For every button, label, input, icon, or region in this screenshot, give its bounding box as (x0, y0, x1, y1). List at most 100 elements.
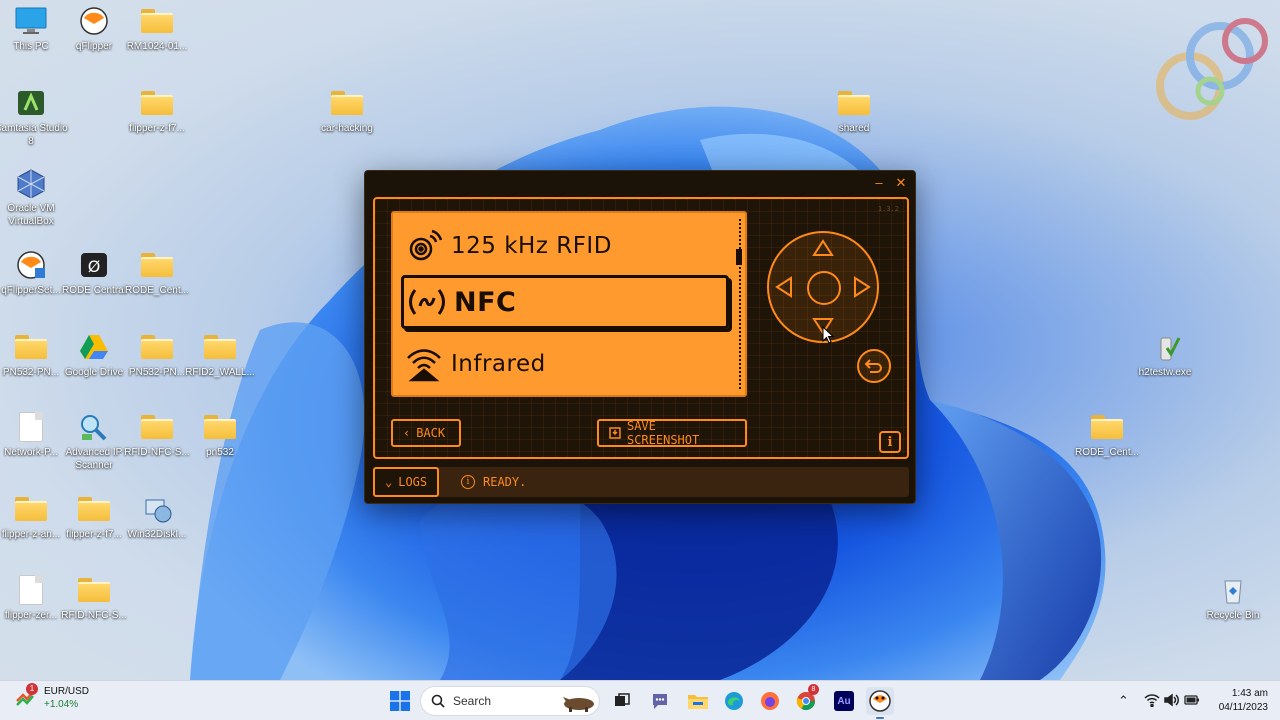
menu-scroll-thumb[interactable] (736, 249, 742, 265)
desktop-icon[interactable]: RM1024-01... (121, 6, 193, 53)
firefox-icon (761, 692, 779, 710)
file-explorer-icon (688, 695, 708, 709)
info-circle-icon: i (461, 475, 475, 489)
menu-item-nfc[interactable]: NFC (401, 275, 729, 329)
folder-icon (331, 91, 363, 115)
desktop-icon[interactable]: flipper-z-f7... (121, 88, 193, 135)
desktop-icon[interactable]: h2testw.exe (1129, 332, 1201, 379)
save-screenshot-button[interactable]: SAVE SCREENSHOT (597, 419, 747, 447)
menu-item-label: NFC (454, 286, 517, 318)
close-button[interactable]: ✕ (893, 175, 909, 191)
document-icon (19, 412, 43, 442)
desktop-icon-label: Win32DiskI... (127, 529, 187, 540)
undo-arrow-icon (864, 359, 882, 373)
info-button[interactable]: i (879, 431, 901, 453)
title-bar[interactable]: – ✕ (365, 171, 915, 195)
dpad-up-button[interactable] (809, 237, 837, 261)
desktop-icon-label: flipper-z-f7... (129, 123, 185, 134)
status-message: i READY. (461, 467, 526, 497)
desktop-icon[interactable]: Win32DiskI... (121, 494, 193, 541)
taskbar-qflipper[interactable] (866, 687, 894, 715)
audition-icon: Au (834, 691, 854, 711)
taskbar-chat[interactable] (646, 687, 674, 715)
infrared-icon (401, 342, 447, 386)
chevron-up-icon: ⌃ (1118, 693, 1129, 708)
desktop-icon[interactable]: shared (818, 88, 890, 135)
chevron-down-icon: ⌄ (385, 475, 393, 489)
volume-button[interactable] (1164, 693, 1180, 710)
device-back-button[interactable] (857, 349, 891, 383)
search-highlight-icon (561, 691, 597, 716)
desktop-icon[interactable]: RODE_Cent... (121, 250, 193, 297)
desktop-icon[interactable]: Camtasia Studio 8 (0, 88, 68, 148)
desktop-icon-label: RODE_Cent... (125, 285, 189, 296)
task-view-button[interactable] (608, 687, 636, 715)
logs-button[interactable]: ⌄ LOGS (373, 467, 440, 497)
desktop-icon-label: Oracle VM VirtualBox (7, 203, 55, 227)
device-screen[interactable]: 125 kHz RFID NFC Infrared (391, 211, 747, 397)
dpad-ok-button[interactable] (807, 271, 841, 305)
menu-item-infrared[interactable]: Infrared (401, 337, 729, 391)
ticker-widget[interactable]: 1 EUR/USD +1.04% (14, 683, 90, 711)
logs-label: LOGS (398, 475, 428, 489)
h2testw-icon (1160, 337, 1181, 361)
desktop-icon[interactable]: Advanced IP Scanner (58, 412, 130, 472)
folder-icon (141, 9, 173, 33)
win32-disk-imager-icon (145, 499, 172, 523)
desktop-icon-label: Camtasia Studio 8 (0, 123, 68, 147)
back-button[interactable]: ‹ BACK (391, 419, 461, 447)
folder-icon (78, 578, 110, 602)
virtualbox-icon (17, 169, 45, 198)
battery-icon (1184, 695, 1199, 705)
taskbar-chrome[interactable]: 8 (792, 684, 820, 715)
menu-item-label: 125 kHz RFID (451, 233, 612, 259)
desktop-icon-label: RFID2_WALL... (185, 367, 255, 378)
ticker-icon: 1 (14, 683, 38, 709)
taskbar-file-explorer[interactable] (684, 687, 712, 715)
desktop-icon-label: car-hacking (321, 123, 373, 134)
qflipper-icon (869, 690, 891, 712)
desktop-icon[interactable]: RFID-NFC-S... (58, 575, 130, 622)
minimize-button[interactable]: – (871, 175, 887, 191)
menu-scrollbar[interactable] (739, 219, 741, 389)
mouse-cursor-icon (822, 326, 834, 344)
folder-icon (1091, 415, 1123, 439)
ticker-name: EUR/USD (44, 686, 90, 697)
google-drive-icon (80, 335, 108, 359)
menu-item-125khz-rfid[interactable]: 125 kHz RFID (401, 219, 729, 273)
desktop-icon[interactable]: car-hacking (311, 88, 383, 135)
dpad-left-button[interactable] (773, 273, 797, 301)
desktop-icon[interactable]: RFID2_WALL... (184, 332, 256, 379)
battery-button[interactable] (1184, 693, 1200, 710)
system-clock[interactable]: 1:43 am 04/11/2023 (1204, 687, 1268, 715)
folder-icon (78, 497, 110, 521)
chevron-left-icon: ‹ (403, 426, 411, 440)
folder-icon (15, 497, 47, 521)
tray-overflow-button[interactable]: ⌃ (1118, 693, 1129, 709)
ip-scanner-icon (81, 415, 107, 441)
desktop-icon[interactable]: Oracle VM VirtualBox (0, 168, 67, 228)
clock-date: 04/11/2023 (1218, 702, 1268, 713)
document-icon (19, 575, 43, 605)
taskbar-audition[interactable]: Au (830, 687, 858, 715)
taskbar-edge[interactable] (720, 687, 748, 715)
taskbar: 1 EUR/USD +1.04% Search 8 Au ⌃ 1:43 am 0… (0, 680, 1280, 720)
wifi-button[interactable] (1144, 693, 1160, 710)
dpad-right-button[interactable] (849, 273, 873, 301)
search-icon (431, 694, 445, 708)
desktop-icon[interactable]: RODE_Cent... (1071, 412, 1143, 459)
back-button-label: BACK (416, 426, 446, 440)
folder-icon (141, 415, 173, 439)
desktop-icon[interactable]: Recycle Bin (1197, 575, 1269, 622)
rfid-icon (401, 224, 447, 268)
qflipper-setup-icon (17, 251, 45, 279)
save-icon (609, 427, 621, 439)
taskbar-search[interactable]: Search (420, 686, 600, 716)
taskbar-firefox[interactable] (756, 687, 784, 715)
folder-icon (15, 335, 47, 359)
desktop-icon[interactable]: pn532 (184, 412, 256, 459)
monitor-icon (15, 7, 47, 34)
recycle-bin-icon (1224, 580, 1242, 604)
edge-icon (725, 692, 743, 710)
start-button[interactable] (386, 687, 414, 715)
